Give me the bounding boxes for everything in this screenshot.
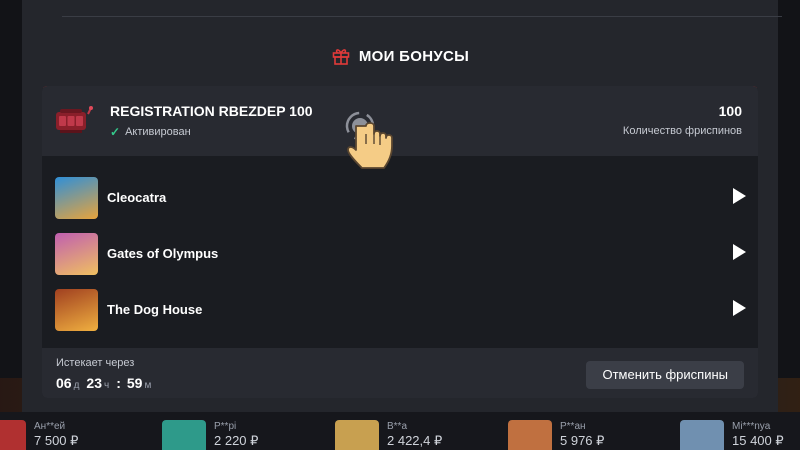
slot-machine-icon xyxy=(56,106,93,133)
bonus-status: ✓ Активирован xyxy=(110,125,191,139)
timer-hours: 23 xyxy=(86,375,102,391)
bonus-name: REGISTRATION RBEZDEP 100 xyxy=(110,103,313,119)
timer-days-unit: д xyxy=(73,380,80,391)
winner-game-thumb xyxy=(162,420,206,450)
gift-icon xyxy=(332,49,350,65)
freespins-label: Количество фриспинов xyxy=(622,125,742,137)
bonus-card-footer: Истекает через 06 д 23 ч : 59 м Отменить… xyxy=(42,348,758,398)
recent-winners-bar: Ан**ей 7 500 ₽ Р**pi 2 220 ₽ В**а 2 422,… xyxy=(0,412,800,450)
freespins-count: 100 xyxy=(718,103,742,119)
timer-hours-unit: ч xyxy=(104,380,110,391)
winner-name: Ан**ей xyxy=(34,421,66,432)
modal-header: МОИ БОНУСЫ xyxy=(22,44,778,68)
winner-game-thumb xyxy=(0,420,26,450)
winner-item[interactable]: Р**pi 2 220 ₽ xyxy=(162,420,258,450)
game-name: Gates of Olympus xyxy=(107,246,219,261)
timer-minutes: 59 xyxy=(126,375,143,391)
timer-separator: : xyxy=(116,375,121,391)
divider xyxy=(62,16,782,17)
winner-sum: 15 400 ₽ xyxy=(732,433,784,448)
winner-sum: 2 220 ₽ xyxy=(214,433,259,448)
expiry-timer: 06 д 23 ч : 59 м xyxy=(56,375,156,391)
bonus-status-label: Активирован xyxy=(125,126,191,138)
winner-name: Р**ан xyxy=(560,421,586,432)
winner-item[interactable]: В**а 2 422,4 ₽ xyxy=(335,420,442,450)
winner-item[interactable]: Р**ан 5 976 ₽ xyxy=(508,420,604,450)
winner-name: Р**pi xyxy=(214,421,237,432)
game-row[interactable]: Cleocatra xyxy=(42,168,758,224)
game-thumbnail xyxy=(55,177,98,219)
game-name: The Dog House xyxy=(107,302,203,317)
game-name: Cleocatra xyxy=(107,190,167,205)
winner-game-thumb xyxy=(680,420,724,450)
bonus-card-header[interactable]: REGISTRATION RBEZDEP 100 ✓ Активирован 1… xyxy=(42,86,758,156)
play-icon[interactable] xyxy=(733,188,746,204)
play-icon[interactable] xyxy=(733,244,746,260)
timer-minutes-unit: м xyxy=(144,380,152,391)
winner-item[interactable]: Ан**ей 7 500 ₽ xyxy=(0,420,78,450)
check-icon: ✓ xyxy=(110,125,121,139)
game-thumbnail xyxy=(55,233,98,275)
game-row[interactable]: Gates of Olympus xyxy=(42,224,758,280)
winner-item[interactable]: Mi***nya 15 400 ₽ xyxy=(680,420,784,450)
hand-pointer-icon xyxy=(345,111,393,169)
expires-label: Истекает через xyxy=(56,357,135,369)
bonus-card: REGISTRATION RBEZDEP 100 ✓ Активирован 1… xyxy=(42,86,758,398)
winner-game-thumb xyxy=(335,420,379,450)
bonuses-modal: МОИ БОНУСЫ REGISTRATION RBEZDEP 100 ✓ Ак… xyxy=(22,0,782,412)
cancel-freespins-button[interactable]: Отменить фриспины xyxy=(586,361,744,389)
modal-title: МОИ БОНУСЫ xyxy=(358,47,470,65)
play-icon[interactable] xyxy=(733,300,746,316)
game-row[interactable]: The Dog House xyxy=(42,280,758,336)
winner-name: В**а xyxy=(387,421,408,432)
winner-sum: 2 422,4 ₽ xyxy=(387,433,443,448)
game-thumbnail xyxy=(55,289,98,331)
winner-name: Mi***nya xyxy=(732,421,771,432)
winner-sum: 5 976 ₽ xyxy=(560,433,605,448)
timer-days: 06 xyxy=(56,375,72,391)
winner-game-thumb xyxy=(508,420,552,450)
winner-sum: 7 500 ₽ xyxy=(34,433,79,448)
